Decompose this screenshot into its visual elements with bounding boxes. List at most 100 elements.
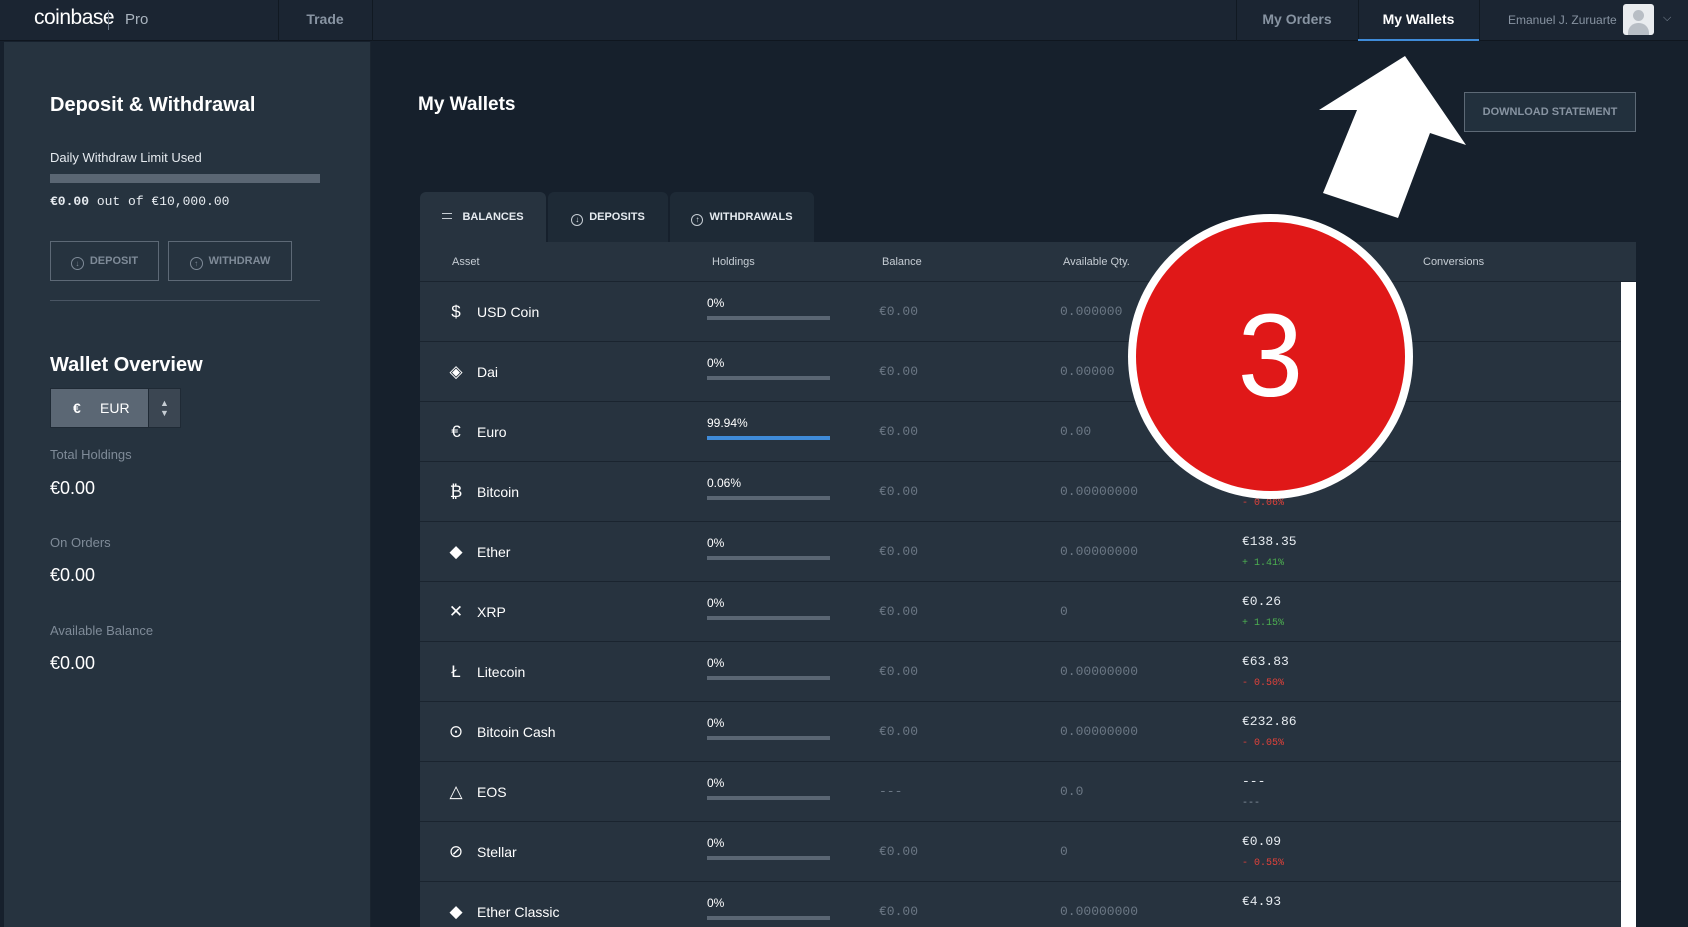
tab-deposits[interactable]: ↓ DEPOSITS: [548, 192, 668, 242]
user-name[interactable]: Emanuel J. Zuruarte: [1508, 13, 1617, 27]
on-orders-value: €0.00: [50, 565, 96, 585]
conversion-value: €0.09: [1242, 834, 1282, 849]
dai-icon: ◈: [449, 362, 463, 381]
holdings-bar: [707, 436, 830, 440]
asset-name: Euro: [477, 424, 507, 440]
asset-name: Stellar: [477, 844, 517, 860]
user-avatar-icon[interactable]: [1623, 4, 1654, 35]
ether-icon: ◆: [449, 542, 463, 561]
nav-trade[interactable]: Trade: [278, 0, 372, 41]
conversion-value: €63.83: [1242, 654, 1289, 669]
select-arrows-icon[interactable]: ▲ ▼: [148, 389, 180, 427]
deposit-button[interactable]: ↓ DEPOSIT: [50, 241, 159, 281]
asset-name: XRP: [477, 604, 506, 620]
table-row[interactable]: ₿ Bitcoin 0.06% €0.00 0.00000000 - 0.06%: [420, 462, 1621, 522]
available-qty-value: 0.00: [1060, 424, 1092, 439]
balance-value: €0.00: [879, 424, 919, 439]
table-row[interactable]: ◆ Ether 0% €0.00 0.00000000 €138.35 + 1.41%: [420, 522, 1621, 582]
balance-value: €0.00: [879, 844, 919, 859]
conversion-change: + 1.41%: [1242, 558, 1285, 569]
tab-balances[interactable]: BALANCES: [420, 192, 546, 242]
table-header: Asset Holdings Balance Available Qty. Co…: [420, 242, 1636, 282]
conversion-change: - 0.50%: [1242, 678, 1285, 689]
column-header-conversions[interactable]: Conversions: [1423, 256, 1484, 268]
available-qty-value: 0: [1060, 844, 1068, 859]
eos-icon: △: [449, 782, 463, 801]
arrow-down-circle-icon: ↓: [571, 214, 584, 226]
holdings-percent: 0%: [707, 716, 725, 730]
stellar-icon: ⊘: [448, 842, 464, 861]
wallet-overview-title: Wallet Overview: [50, 354, 203, 376]
conversion-value: ---: [1242, 774, 1266, 789]
conversion-value: €138.35: [1242, 534, 1297, 549]
available-qty-value: 0.0: [1060, 784, 1084, 799]
holdings-bar: [707, 376, 830, 380]
conversion-change: ---: [1242, 798, 1261, 809]
withdraw-limit-total: out of €10,000.00: [89, 194, 230, 209]
table-row[interactable]: ✕ XRP 0% €0.00 0 €0.26 + 1.15%: [420, 582, 1621, 642]
available-qty-value: 0.00000000: [1060, 904, 1139, 919]
logo-divider: [108, 10, 109, 30]
asset-name: EOS: [477, 784, 507, 800]
holdings-percent: 0.06%: [707, 476, 742, 490]
balance-value: €0.00: [879, 724, 919, 739]
conversion-change: - 0.05%: [1242, 738, 1285, 749]
arrow-up-circle-icon: ↑: [189, 257, 203, 270]
balance-value: €0.00: [879, 484, 919, 499]
sidebar: Deposit & Withdrawal Daily Withdraw Limi…: [4, 42, 371, 927]
tab-withdrawals[interactable]: ↑ WITHDRAWALS: [670, 192, 814, 242]
balances-table: Asset Holdings Balance Available Qty. Co…: [420, 242, 1636, 927]
available-qty-value: 0.00000000: [1060, 484, 1139, 499]
withdraw-limit-used: €0.00: [50, 194, 90, 209]
nav-my-orders[interactable]: My Orders: [1236, 0, 1358, 41]
nav-my-wallets[interactable]: My Wallets: [1358, 0, 1479, 41]
available-qty-value: 0.00000: [1060, 364, 1115, 379]
table-row[interactable]: € Euro 99.94% €0.00 0.00: [420, 402, 1621, 462]
available-qty-value: 0.00000000: [1060, 544, 1139, 559]
deposit-button-label: DEPOSIT: [89, 255, 139, 267]
column-header-asset[interactable]: Asset: [452, 256, 480, 268]
table-row[interactable]: Ł Litecoin 0% €0.00 0.00000000 €63.83 - 0.50%: [420, 642, 1621, 702]
holdings-bar: [707, 916, 830, 920]
table-row[interactable]: ⊙ Bitcoin Cash 0% €0.00 0.00000000 €232.86 - 0…: [420, 702, 1621, 762]
holdings-percent: 0%: [707, 896, 725, 910]
arrow-down-circle-icon: ↓: [70, 257, 84, 270]
table-row[interactable]: ◆ Ether Classic 0% €0.00 0.00000000 €4.93: [420, 882, 1621, 927]
chevron-down-icon[interactable]: ⌵: [1663, 12, 1671, 25]
holdings-bar: [707, 856, 830, 860]
usdc-icon: $: [451, 302, 461, 321]
table-row[interactable]: $ USD Coin 0% €0.00 0.000000: [420, 282, 1621, 342]
table-row[interactable]: △ EOS 0% --- 0.0 --- ---: [420, 762, 1621, 822]
nav-divider: [372, 0, 373, 41]
tab-withdrawals-label: WITHDRAWALS: [709, 211, 793, 223]
download-statement-button[interactable]: DOWNLOAD STATEMENT: [1464, 92, 1636, 132]
available-qty-value: 0.00000000: [1060, 664, 1139, 679]
holdings-bar: [707, 496, 830, 500]
conversion-change: - 0.06%: [1242, 498, 1285, 509]
asset-name: Dai: [477, 364, 499, 380]
withdraw-button[interactable]: ↑ WITHDRAW: [168, 241, 292, 281]
total-holdings-label: Total Holdings: [50, 447, 132, 462]
available-qty-value: 0.000000: [1060, 304, 1123, 319]
holdings-percent: 0%: [707, 836, 725, 850]
withdraw-button-label: WITHDRAW: [208, 255, 271, 267]
holdings-bar: [707, 556, 830, 560]
balance-value: €0.00: [879, 544, 919, 559]
holdings-percent: 0%: [707, 656, 725, 670]
pointer-arrow-icon: [1319, 56, 1466, 218]
table-row[interactable]: ◈ Dai 0% €0.00 0.00000: [420, 342, 1621, 402]
column-header-available[interactable]: Available Qty.: [1063, 256, 1130, 268]
table-row[interactable]: ⊘ Stellar 0% €0.00 0 €0.09 - 0.55%: [420, 822, 1621, 882]
column-header-balance[interactable]: Balance: [882, 256, 922, 268]
deposit-withdrawal-title: Deposit & Withdrawal: [50, 94, 256, 116]
total-holdings-value: €0.00: [50, 478, 96, 498]
coinbase-logo[interactable]: coinbase: [34, 6, 115, 30]
sidebar-divider: [50, 300, 320, 301]
currency-select-value[interactable]: € EUR: [51, 389, 148, 427]
holdings-bar: [707, 676, 830, 680]
list-icon: [442, 213, 453, 219]
currency-select[interactable]: € EUR ▲ ▼: [50, 388, 181, 428]
asset-name: Ether: [477, 544, 511, 560]
column-header-holdings[interactable]: Holdings: [712, 256, 755, 268]
table-scrollbar[interactable]: [1621, 282, 1636, 927]
